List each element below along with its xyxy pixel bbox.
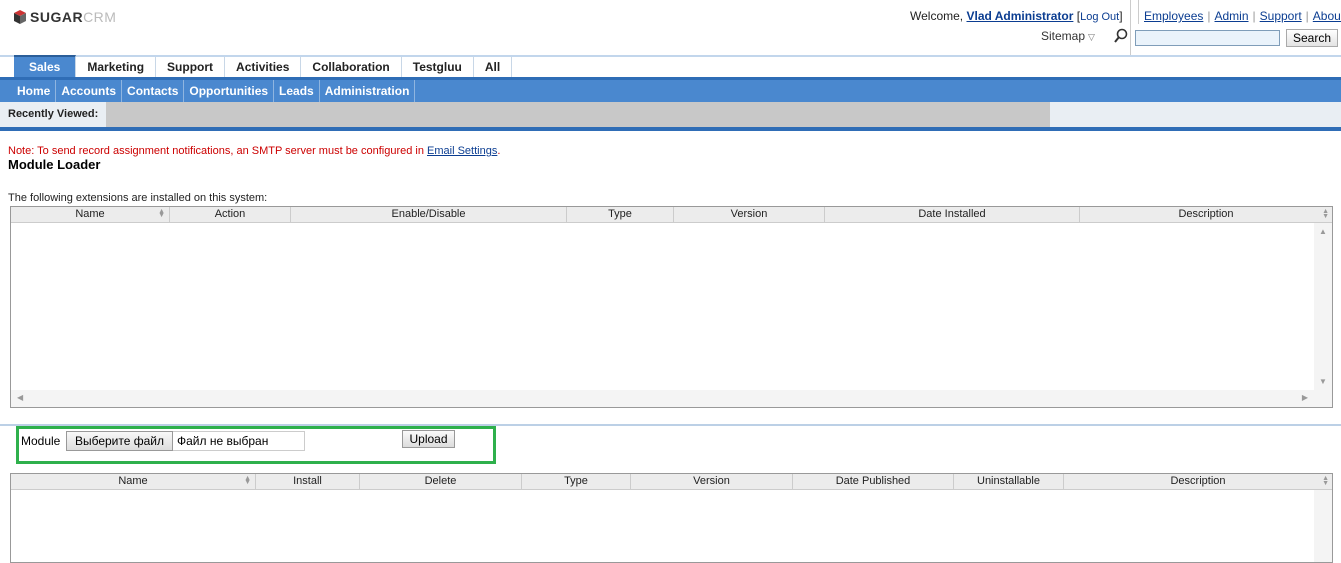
column-resize-icon[interactable]: ▲ ▼ — [1322, 475, 1329, 487]
subnav-item-opportunities[interactable]: Opportunities — [184, 80, 275, 102]
admin-link[interactable]: Admin — [1215, 9, 1249, 23]
global-links: Employees|Admin|Support|About — [1138, 0, 1341, 24]
module-tab-bar: Sales Marketing Support Activities Colla… — [0, 55, 1341, 79]
subnav-item-administration[interactable]: Administration — [320, 80, 416, 102]
user-name-link[interactable]: Vlad Administrator — [966, 9, 1073, 23]
logout-link[interactable]: Log Out — [1080, 11, 1119, 23]
vertical-scrollbar[interactable] — [1314, 490, 1332, 562]
divider — [1130, 0, 1131, 56]
installed-caption: The following extensions are installed o… — [8, 192, 268, 204]
scroll-up-icon[interactable]: ▲ — [1319, 227, 1327, 236]
search-button[interactable]: Search — [1286, 29, 1338, 47]
scroll-left-icon[interactable]: ◀ — [17, 393, 23, 402]
sitemap-dropdown[interactable]: Sitemap ▽ — [1041, 29, 1095, 43]
column-header-delete[interactable]: Delete — [360, 474, 522, 490]
vertical-scrollbar[interactable]: ▲ ▼ — [1314, 223, 1332, 390]
table-header: Name ▲ ▼ Action Enable/Disable Type Versio… — [11, 207, 1332, 223]
column-header-version[interactable]: Version — [631, 474, 793, 490]
tab-all[interactable]: All — [473, 57, 513, 79]
column-header-install[interactable]: Install — [256, 474, 360, 490]
email-settings-link[interactable]: Email Settings — [427, 145, 497, 157]
employees-link[interactable]: Employees — [1144, 9, 1203, 23]
column-header-date-published[interactable]: Date Published — [793, 474, 954, 490]
cube-icon — [14, 10, 26, 24]
tab-sales[interactable]: Sales — [14, 55, 77, 78]
column-header-action[interactable]: Action — [170, 207, 291, 223]
choose-file-button[interactable]: Выберите файл — [66, 431, 173, 451]
support-link[interactable]: Support — [1260, 9, 1302, 23]
smtp-note: Note: To send record assignment notifica… — [8, 145, 501, 157]
file-status: Файл не выбран — [173, 431, 305, 451]
sort-icon: ▲ ▼ — [244, 475, 251, 486]
packages-table: Name ▲ ▼ Install Delete Type Version Date … — [10, 473, 1333, 563]
tab-testgluu[interactable]: Testgluu — [401, 57, 474, 79]
scroll-right-icon[interactable]: ▶ — [1302, 393, 1308, 402]
recently-viewed-label: Recently Viewed: — [8, 108, 99, 120]
sort-icon: ▲ ▼ — [158, 208, 165, 219]
column-header-description[interactable]: Description — [1064, 474, 1332, 490]
recently-viewed-bar: Recently Viewed: — [0, 102, 1341, 127]
column-header-version[interactable]: Version — [674, 207, 825, 223]
chevron-down-icon: ▽ — [1088, 32, 1095, 42]
installed-extensions-table: Name ▲ ▼ Action Enable/Disable Type Versio… — [10, 206, 1333, 408]
table-header: Name ▲ ▼ Install Delete Type Version Date … — [11, 474, 1332, 490]
upload-button[interactable]: Upload — [402, 430, 455, 448]
scroll-down-icon[interactable]: ▼ — [1319, 377, 1327, 386]
horizontal-scrollbar[interactable]: ◀ ▶ — [11, 390, 1332, 407]
column-header-type[interactable]: Type — [567, 207, 674, 223]
column-header-name[interactable]: Name ▲ ▼ — [11, 207, 170, 223]
subnav-bar: Home Accounts Contacts Opportunities Lea… — [0, 80, 1341, 102]
column-header-type[interactable]: Type — [522, 474, 631, 490]
tab-collaboration[interactable]: Collaboration — [301, 57, 402, 79]
column-header-date-installed[interactable]: Date Installed — [825, 207, 1080, 223]
subnav-item-accounts[interactable]: Accounts — [56, 80, 123, 102]
logo-wordmark: SUGARCRM — [30, 9, 117, 25]
column-header-name[interactable]: Name ▲ ▼ — [11, 474, 256, 490]
sugarcrm-logo[interactable]: SUGARCRM — [14, 9, 116, 25]
page-title: Module Loader — [8, 157, 101, 172]
header: SUGARCRM Welcome, Vlad Administrator [Lo… — [0, 0, 1341, 56]
recently-viewed-items — [106, 102, 1050, 127]
tab-activities[interactable]: Activities — [225, 57, 302, 79]
search-input[interactable] — [1135, 30, 1280, 46]
subnav-item-leads[interactable]: Leads — [274, 80, 320, 102]
column-header-enable-disable[interactable]: Enable/Disable — [291, 207, 567, 223]
about-link[interactable]: About — [1313, 9, 1341, 23]
tab-marketing[interactable]: Marketing — [76, 57, 157, 79]
subnav-item-contacts[interactable]: Contacts — [122, 80, 185, 102]
tab-support[interactable]: Support — [156, 57, 226, 79]
welcome-text: Welcome, Vlad Administrator [Log Out] — [910, 9, 1123, 23]
divider — [0, 127, 1341, 131]
module-label: Module — [21, 434, 61, 448]
column-resize-icon[interactable]: ▲ ▼ — [1322, 208, 1329, 220]
subnav-item-home[interactable]: Home — [12, 80, 57, 102]
search-icon[interactable] — [1113, 28, 1129, 44]
column-header-description[interactable]: Description — [1080, 207, 1332, 223]
column-header-uninstallable[interactable]: Uninstallable — [954, 474, 1064, 490]
